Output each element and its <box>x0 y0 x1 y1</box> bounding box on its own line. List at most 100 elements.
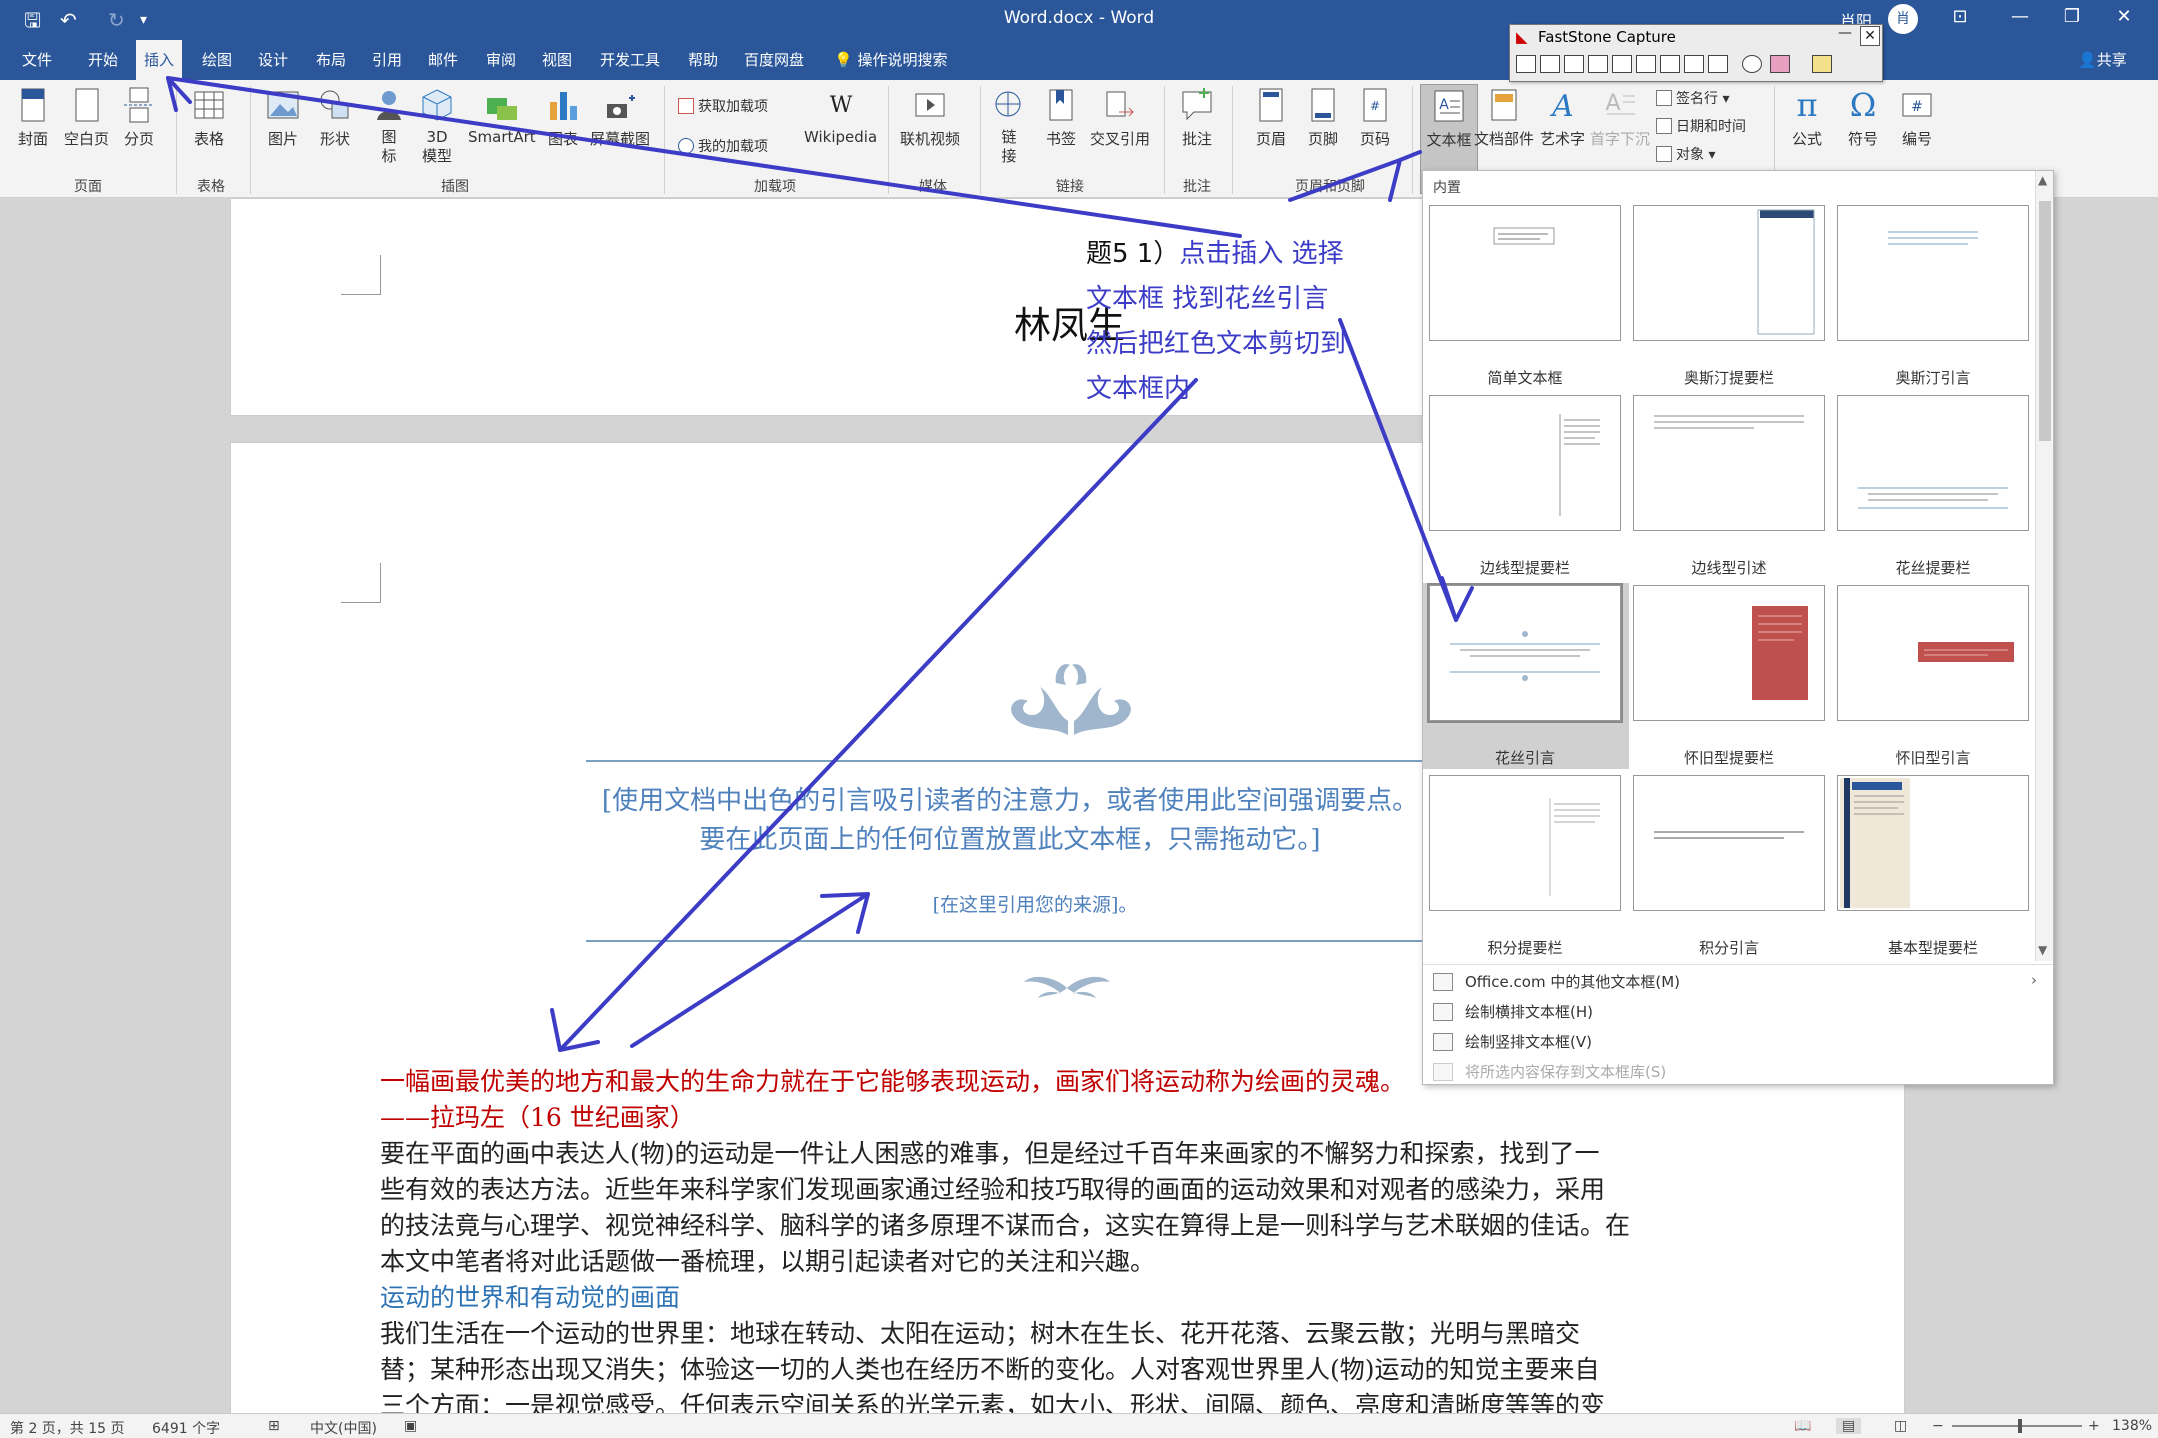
close-icon[interactable]: ✕ <box>2104 6 2144 27</box>
tab-draw[interactable]: 绘图 <box>202 40 232 80</box>
capture-full-screen-icon[interactable] <box>1612 55 1632 73</box>
red-quote-attribution[interactable]: ——拉玛左（16 世纪画家） <box>380 1100 1760 1136</box>
bookmark-button[interactable]: 书签 <box>1044 86 1078 149</box>
gallery-item-austin-sidebar[interactable] <box>1633 205 1825 341</box>
signature-line-button[interactable]: 签名行 ▾ <box>1656 88 1729 108</box>
3d-models-button[interactable]: 3D 模型 <box>420 86 454 166</box>
timer-icon[interactable] <box>1742 55 1762 73</box>
paragraph-line[interactable]: 本文中笔者将对此话题做一番梳理，以期引起读者对它的关注和兴趣。 <box>380 1244 1760 1280</box>
section-heading[interactable]: 运动的世界和有动觉的画面 <box>380 1280 1760 1316</box>
tab-references[interactable]: 引用 <box>372 40 402 80</box>
capture-window-icon[interactable] <box>1540 55 1560 73</box>
tell-me-search[interactable]: 💡 操作说明搜索 <box>834 40 947 80</box>
cover-page-button[interactable]: 封面 <box>16 86 50 149</box>
get-addins-button[interactable]: 获取加载项 <box>678 96 768 116</box>
read-mode-icon[interactable]: 📖 <box>1794 1418 1811 1434</box>
page-count[interactable]: 第 2 页，共 15 页 <box>10 1418 125 1438</box>
capture-fixed-region-icon[interactable] <box>1660 55 1680 73</box>
screen-recorder-icon[interactable] <box>1708 55 1728 73</box>
blank-page-button[interactable]: 空白页 <box>64 86 109 149</box>
capture-freehand-icon[interactable] <box>1588 55 1608 73</box>
smartart-button[interactable]: SmartArt <box>468 86 536 146</box>
icons-button[interactable]: 图 标 <box>372 86 406 166</box>
my-addins-button[interactable]: 我的加载项 <box>678 136 768 156</box>
tab-design[interactable]: 设计 <box>258 40 288 80</box>
avatar[interactable]: 肖 <box>1888 4 1918 34</box>
gallery-item-filigree-sidebar[interactable] <box>1837 395 2029 531</box>
zoom-slider[interactable] <box>1952 1425 2082 1427</box>
pull-quote-text[interactable]: [使用文档中出色的引言吸引读者的注意力，或者使用此空间强调要点。要在此页面上的任… <box>590 782 1430 860</box>
gallery-item-integral-quote[interactable] <box>1633 775 1825 911</box>
paragraph-line[interactable]: 我们生活在一个运动的世界里：地球在转动、太阳在运动；树木在生长、花开花落、云聚云… <box>380 1316 1760 1352</box>
document-body[interactable]: 一幅画最优美的地方和最大的生命力就在于它能够表现运动，画家们将运动称为绘画的灵魂… <box>380 1064 1760 1424</box>
web-layout-icon[interactable]: ◫ <box>1894 1418 1907 1434</box>
scroll-up-icon[interactable]: ▲ <box>2038 173 2047 187</box>
tab-review[interactable]: 审阅 <box>486 40 516 80</box>
capture-active-window-icon[interactable] <box>1516 55 1536 73</box>
word-count[interactable]: 6491 个字 <box>152 1418 220 1438</box>
scroll-down-icon[interactable]: ▼ <box>2038 943 2047 957</box>
capture-rectangle-icon[interactable] <box>1564 55 1584 73</box>
gallery-item-sideline-quote[interactable] <box>1633 395 1825 531</box>
screenshot-button[interactable]: 屏幕截图 <box>590 86 650 149</box>
wikipedia-button[interactable]: W Wikipedia <box>804 86 877 146</box>
zoom-out-icon[interactable]: − <box>1932 1418 1944 1434</box>
zoom-in-icon[interactable]: + <box>2088 1418 2100 1434</box>
gallery-item-integral-sidebar[interactable] <box>1429 775 1621 911</box>
faststone-minimize-icon[interactable]: — <box>1838 25 1852 41</box>
tab-insert[interactable]: 插入 <box>136 40 183 80</box>
paragraph-line[interactable]: 替；某种形态出现又消失；体验这一切的人类也在经历不断的变化。人对客观世界里人(物… <box>380 1352 1760 1388</box>
gallery-item-retrospect-sidebar[interactable] <box>1633 585 1825 721</box>
paragraph-line[interactable]: 的技法竟与心理学、视觉神经科学、脑科学的诸多原理不谋而合，这实在算得上是一则科学… <box>380 1208 1760 1244</box>
wordart-button[interactable]: A 艺术字 <box>1540 86 1585 149</box>
tab-home[interactable]: 开始 <box>88 40 118 80</box>
gallery-scrollbar[interactable]: ▲ ▼ <box>2035 171 2053 961</box>
online-video-button[interactable]: 联机视频 <box>900 86 960 149</box>
tab-mailings[interactable]: 邮件 <box>428 40 458 80</box>
pictures-button[interactable]: 图片 <box>266 86 300 149</box>
gallery-item-retrospect-quote[interactable] <box>1837 585 2029 721</box>
quick-parts-button[interactable]: 文档部件 <box>1474 86 1534 149</box>
table-button[interactable]: 表格 <box>192 86 226 149</box>
cross-reference-button[interactable]: 交叉引用 <box>1090 86 1150 149</box>
gallery-item-basic-sidebar[interactable] <box>1837 775 2029 911</box>
capture-scrolling-icon[interactable] <box>1636 55 1656 73</box>
share-button[interactable]: 👤共享 <box>2078 40 2127 80</box>
chart-button[interactable]: 图表 <box>546 86 580 149</box>
output-icon[interactable] <box>1770 55 1790 73</box>
print-layout-icon[interactable]: ▤ <box>1836 1418 1862 1434</box>
gallery-item-filigree-quote[interactable] <box>1427 583 1623 723</box>
draw-vertical-text-box[interactable]: 绘制竖排文本框(V) <box>1433 1031 1592 1052</box>
equation-button[interactable]: π 公式 <box>1790 86 1824 149</box>
minimize-icon[interactable]: — <box>2000 6 2040 27</box>
faststone-close-icon[interactable]: ✕ <box>1860 26 1880 46</box>
paragraph-line[interactable]: 要在平面的画中表达人(物)的运动是一件让人困惑的难事，但是经过千百年来画家的不懈… <box>380 1136 1760 1172</box>
accessibility-icon[interactable]: ▣ <box>404 1418 417 1434</box>
faststone-capture-toolbar[interactable]: ◣ FastStone Capture — ✕ <box>1509 24 1883 82</box>
object-button[interactable]: 对象 ▾ <box>1656 144 1715 164</box>
tab-view[interactable]: 视图 <box>542 40 572 80</box>
number-button[interactable]: # 编号 <box>1900 86 1934 149</box>
date-time-button[interactable]: 日期和时间 <box>1656 116 1746 136</box>
footer-button[interactable]: 页脚 <box>1306 86 1340 149</box>
tab-file[interactable]: 文件 <box>22 40 52 80</box>
gallery-item-sideline-sidebar[interactable] <box>1429 395 1621 531</box>
page-number-button[interactable]: # 页码 <box>1358 86 1392 149</box>
settings-icon[interactable] <box>1812 55 1832 73</box>
gallery-item-simple-text-box[interactable] <box>1429 205 1621 341</box>
header-button[interactable]: 页眉 <box>1254 86 1288 149</box>
draw-horizontal-text-box[interactable]: 绘制横排文本框(H) <box>1433 1001 1593 1022</box>
drop-cap-button[interactable]: A 首字下沉 <box>1590 86 1650 149</box>
more-text-boxes-office-com[interactable]: Office.com 中的其他文本框(M) › <box>1433 971 2037 992</box>
paragraph-line[interactable]: 些有效的表达方法。近些年来科学家们发现画家通过经验和技巧取得的画面的运动效果和对… <box>380 1172 1760 1208</box>
scrollbar-thumb[interactable] <box>2039 201 2051 441</box>
proofing-icon[interactable]: ⊞ <box>268 1418 280 1434</box>
tab-help[interactable]: 帮助 <box>688 40 718 80</box>
shapes-button[interactable]: 形状 <box>318 86 352 149</box>
pull-quote-source[interactable]: [在这里引用您的来源]。 <box>590 890 1480 917</box>
ribbon-display-icon[interactable]: ⊡ <box>1940 6 1980 27</box>
tab-baidu-netdisk[interactable]: 百度网盘 <box>744 40 804 80</box>
page-break-button[interactable]: 分页 <box>122 86 156 149</box>
tab-layout[interactable]: 布局 <box>316 40 346 80</box>
capture-menu-icon[interactable] <box>1684 55 1704 73</box>
